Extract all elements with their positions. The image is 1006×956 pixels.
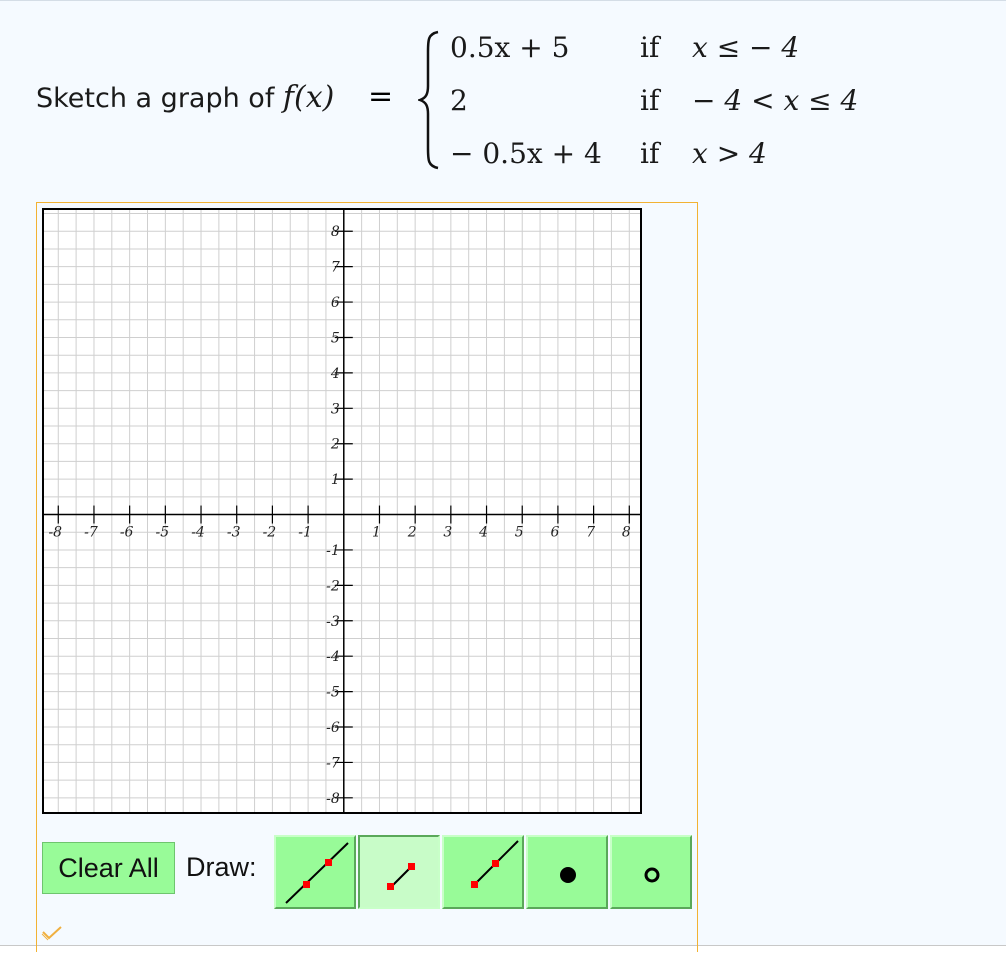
x-tick-label: 4 [478,525,488,541]
coordinate-grid[interactable]: -8 -7 -6 -5 -4 -3 -2 -1 1 2 3 4 5 6 7 8 8 7 6 5 4 3 2 1 -1 -2 -3 -4… [44,210,640,812]
y-tick-label: 8 [331,224,340,240]
x-tick-label: -7 [84,525,98,541]
x-tick-label: -3 [227,525,241,541]
prompt-text: Sketch a graph of [36,83,283,114]
case-2-condition: − 4 < x ≤ 4 [692,84,859,117]
draw-segment-tool-button[interactable] [358,835,440,909]
function-name: f(x) [282,80,335,115]
case-1-expression: 0.5x + 5 [450,31,570,64]
piecewise-brace [418,30,439,170]
y-tick-label: -7 [326,755,340,771]
y-tick-label: -8 [326,791,340,807]
checkmark-icon [41,926,62,941]
x-tick-label: -5 [156,525,170,541]
y-tick-label: -3 [326,614,340,630]
case-1-condition: x ≤ − 4 [692,31,800,64]
draw-label: Draw: [186,852,257,882]
y-tick-label: 3 [331,401,340,417]
y-tick-label: -1 [326,543,340,559]
y-tick-label: 5 [331,330,340,346]
case-3-expression: − 0.5x + 4 [450,137,602,170]
y-tick-label: 2 [330,437,340,453]
x-tick-label: -2 [263,525,277,541]
x-tick-label: 8 [622,525,631,541]
y-tick-label: 6 [331,295,340,311]
line-tool-icon [285,842,349,904]
case-2-if: if [640,84,660,117]
x-tick-label: -6 [120,525,134,541]
x-tick-label: -4 [191,525,205,541]
closed-point-tool-button[interactable] [526,835,608,909]
draw-ray-tool-button[interactable] [442,835,524,909]
open-point-tool-button[interactable] [610,835,692,909]
clear-all-button[interactable]: Clear All [42,842,175,894]
segment-tool-icon [387,863,415,890]
x-tick-label: 1 [372,525,381,541]
y-tick-label: -2 [326,578,340,594]
question-prompt: Sketch a graph of f(x) [36,80,334,115]
case-3-if: if [640,137,660,170]
y-tick-label: 7 [331,260,340,276]
closed-point-icon [560,867,576,883]
open-point-icon [644,867,660,883]
x-tick-label: 2 [407,525,417,541]
x-tick-label: 6 [550,525,559,541]
x-tick-label: 5 [515,525,524,541]
y-tick-label: 4 [330,366,340,382]
y-tick-label: -5 [326,685,340,701]
x-tick-label: 3 [443,525,452,541]
graph-canvas[interactable]: -8 -7 -6 -5 -4 -3 -2 -1 1 2 3 4 5 6 7 8 8 7 6 5 4 3 2 1 -1 -2 -3 -4… [42,208,642,814]
case-2-expression: 2 [450,84,468,117]
y-tick-label: -6 [326,720,340,736]
x-tick-label: 7 [586,525,595,541]
case-1-if: if [640,31,660,64]
y-tick-label: 1 [331,472,340,488]
draw-line-tool-button[interactable] [274,835,356,909]
x-tick-label: -8 [48,525,62,541]
case-3-condition: x > 4 [692,137,767,170]
x-tick-label: -1 [298,525,312,541]
equals-sign: = [368,79,394,114]
y-tick-label: -4 [326,649,340,665]
ray-tool-icon [471,840,519,888]
